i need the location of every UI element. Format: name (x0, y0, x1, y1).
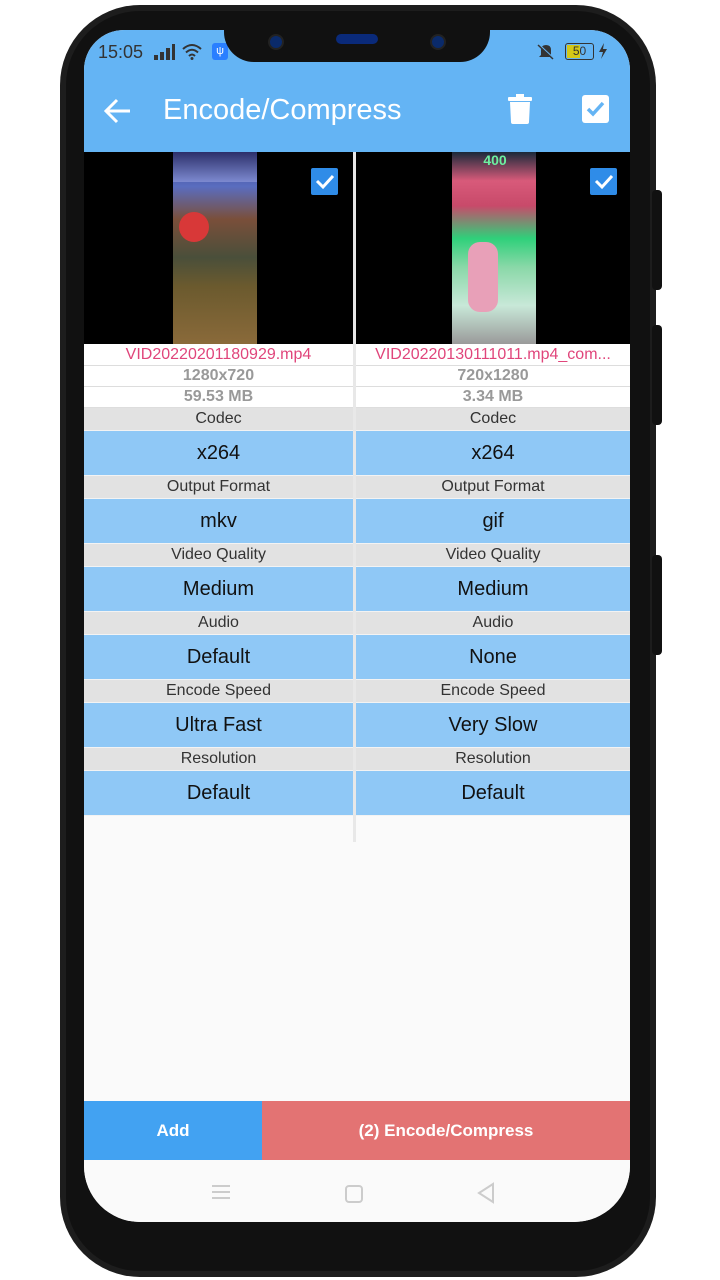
video-preview-image: 400 (452, 152, 536, 344)
setting-value-resolution[interactable]: Default (84, 771, 353, 816)
system-nav-bar (84, 1160, 630, 1222)
video-resolution: 1280x720 (84, 366, 353, 387)
setting-value-video-quality[interactable]: Medium (356, 567, 630, 612)
select-checkbox[interactable] (311, 168, 338, 195)
select-checkbox[interactable] (590, 168, 617, 195)
setting-label-codec: Codec (356, 408, 630, 431)
setting-value-codec[interactable]: x264 (356, 431, 630, 476)
page-title: Encode/Compress (163, 94, 402, 126)
setting-value-encode-speed[interactable]: Ultra Fast (84, 703, 353, 748)
checkbox-checked-icon[interactable] (582, 95, 609, 123)
arrow-left-icon[interactable] (104, 98, 132, 124)
video-card[interactable]: 400 VID20220130111011.mp4_com... 720x128… (356, 152, 630, 816)
earpiece-speaker (336, 34, 378, 44)
video-filename: VID20220130111011.mp4_com... (356, 344, 630, 366)
setting-value-audio[interactable]: None (356, 635, 630, 680)
app-bar: Encode/Compress (84, 70, 630, 152)
screen: 15:05 ψ 50 Encode/Compress VID2022020118… (84, 30, 630, 1222)
status-bar: 15:05 ψ 50 (84, 30, 630, 70)
setting-label-encode-speed: Encode Speed (84, 680, 353, 703)
setting-value-output-format[interactable]: mkv (84, 499, 353, 544)
recents-menu-icon[interactable] (211, 1184, 231, 1200)
setting-label-audio: Audio (356, 612, 630, 635)
video-thumbnail[interactable]: 400 (356, 152, 630, 344)
encode-compress-button[interactable]: (2) Encode/Compress (262, 1101, 630, 1160)
signal-icon (154, 44, 175, 60)
setting-label-resolution: Resolution (84, 748, 353, 771)
phone-side-button-low (652, 555, 662, 655)
setting-value-audio[interactable]: Default (84, 635, 353, 680)
video-card[interactable]: VID20220201180929.mp4 1280x720 59.53 MB … (84, 152, 353, 816)
setting-value-video-quality[interactable]: Medium (84, 567, 353, 612)
wifi-icon (182, 44, 202, 60)
setting-label-video-quality: Video Quality (356, 544, 630, 567)
setting-label-codec: Codec (84, 408, 353, 431)
setting-value-resolution[interactable]: Default (356, 771, 630, 816)
setting-label-video-quality: Video Quality (84, 544, 353, 567)
setting-value-codec[interactable]: x264 (84, 431, 353, 476)
back-nav-icon[interactable] (476, 1182, 496, 1204)
front-sensor (430, 34, 446, 50)
phone-side-button-mid (652, 325, 662, 425)
add-button[interactable]: Add (84, 1101, 262, 1160)
setting-label-encode-speed: Encode Speed (356, 680, 630, 703)
phone-side-button-top (652, 190, 662, 290)
front-camera (268, 34, 284, 50)
battery-level: 50 (572, 44, 587, 58)
setting-label-output-format: Output Format (84, 476, 353, 499)
status-time: 15:05 (98, 42, 144, 62)
setting-value-encode-speed[interactable]: Very Slow (356, 703, 630, 748)
setting-label-output-format: Output Format (356, 476, 630, 499)
battery-icon: 50 (565, 43, 594, 60)
setting-value-output-format[interactable]: gif (356, 499, 630, 544)
charging-icon (599, 43, 607, 59)
bottom-action-bar: Add (2) Encode/Compress (84, 1101, 630, 1160)
usb-icon: ψ (212, 43, 228, 60)
video-thumbnail[interactable] (84, 152, 353, 344)
camera-notch (224, 30, 490, 62)
video-filename: VID20220201180929.mp4 (84, 344, 353, 366)
video-preview-image (173, 152, 257, 344)
video-size: 3.34 MB (356, 387, 630, 408)
trash-icon[interactable] (508, 94, 532, 124)
video-resolution: 720x1280 (356, 366, 630, 387)
video-size: 59.53 MB (84, 387, 353, 408)
home-icon[interactable] (344, 1184, 364, 1204)
mute-icon (537, 43, 555, 60)
setting-label-audio: Audio (84, 612, 353, 635)
setting-label-resolution: Resolution (356, 748, 630, 771)
